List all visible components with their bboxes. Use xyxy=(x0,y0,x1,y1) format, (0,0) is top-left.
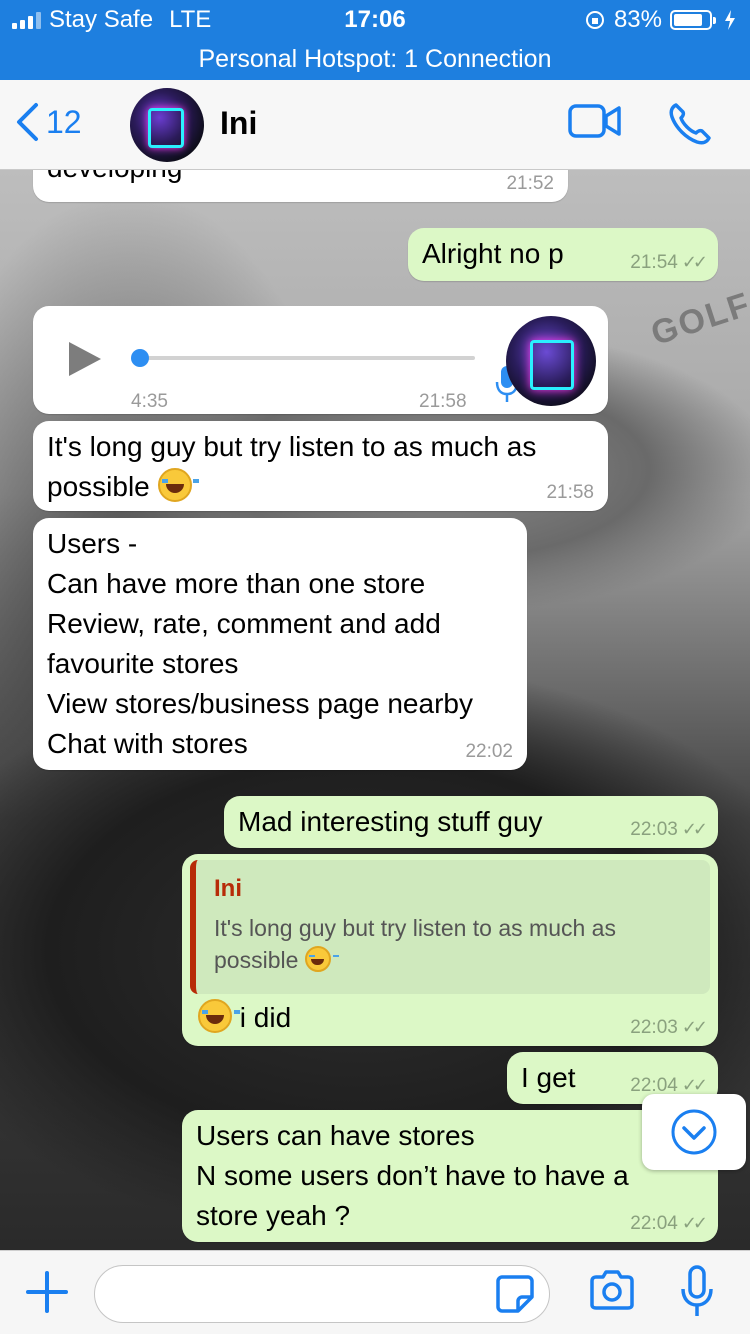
laughing-emoji-icon xyxy=(304,946,340,972)
chat-header: 12 Ini xyxy=(0,80,750,170)
voice-message[interactable]: 4:35 21:58 xyxy=(33,306,608,414)
message-input[interactable] xyxy=(94,1265,550,1323)
message-time: 21:52 xyxy=(506,173,554,194)
unread-count: 12 xyxy=(46,103,82,140)
message-time: 22:03 xyxy=(630,1017,678,1038)
camera-icon[interactable] xyxy=(588,1269,636,1311)
message-bubble[interactable]: Alright no p 21:54 ✓✓ xyxy=(408,228,718,281)
message-time: 22:03 xyxy=(630,819,678,840)
back-button[interactable]: 12 xyxy=(14,102,82,142)
chevron-down-circle-icon xyxy=(671,1109,717,1155)
message-line: N some users don’t have to have a xyxy=(196,1160,629,1191)
voice-duration: 4:35 xyxy=(131,391,168,412)
microphone-icon[interactable] xyxy=(680,1265,714,1319)
laughing-emoji-icon xyxy=(198,999,240,1033)
message-time: 21:54 xyxy=(630,252,678,273)
orientation-lock-icon xyxy=(585,11,604,29)
reply-message-bubble[interactable]: Ini It's long guy but try listen to as m… xyxy=(182,854,718,1046)
chat-area[interactable]: GOLF developing 21:52 Alright no p 21:54… xyxy=(0,170,750,1250)
message-bubble[interactable]: It's long guy but try listen to as much … xyxy=(33,421,608,511)
status-right: 83% xyxy=(584,6,736,34)
message-line: Can have more than one store xyxy=(47,568,426,599)
message-line: store yeah ? xyxy=(196,1200,351,1231)
wallpaper-text: GOLF xyxy=(646,285,750,353)
plus-icon[interactable] xyxy=(24,1269,70,1315)
message-text: It's long guy but try listen to as much … xyxy=(47,431,537,502)
read-receipt-icon: ✓✓ xyxy=(681,819,708,839)
composer-bar xyxy=(0,1250,750,1334)
chevron-left-icon xyxy=(17,103,38,141)
video-camera-icon[interactable] xyxy=(568,102,622,142)
message-text: developing xyxy=(47,170,182,188)
play-icon[interactable] xyxy=(69,342,101,376)
read-receipt-icon: ✓✓ xyxy=(681,1017,708,1037)
voice-progress-track[interactable] xyxy=(141,356,475,360)
scroll-to-bottom-button[interactable] xyxy=(642,1094,746,1170)
read-receipt-icon: ✓✓ xyxy=(681,1213,708,1233)
message-line: favourite stores xyxy=(47,648,239,679)
read-receipt-icon: ✓✓ xyxy=(681,252,708,272)
message-time: 21:58 xyxy=(546,482,594,503)
message-line: Users - xyxy=(47,528,138,559)
message-bubble[interactable]: Users can have stores N some users don’t… xyxy=(182,1110,718,1242)
message-line: View stores/business page nearby xyxy=(47,688,473,719)
read-receipt-icon: ✓✓ xyxy=(681,1075,708,1095)
message-text: i did xyxy=(198,998,291,1038)
message-line: Chat with stores xyxy=(47,728,248,759)
message-bubble[interactable]: Users - Can have more than one store Rev… xyxy=(33,518,527,770)
message-line: Users can have stores xyxy=(196,1120,475,1151)
laughing-emoji-icon xyxy=(157,468,200,502)
sender-avatar xyxy=(506,316,596,406)
message-time: 22:04 xyxy=(630,1213,678,1234)
quote-sender: Ini xyxy=(214,875,242,902)
message-time: 21:58 xyxy=(419,391,467,412)
contact-name[interactable]: Ini xyxy=(220,105,257,142)
sticker-icon[interactable] xyxy=(496,1275,534,1313)
quoted-message[interactable]: Ini It's long guy but try listen to as m… xyxy=(190,860,710,994)
message-line: Review, rate, comment and add xyxy=(47,608,441,639)
hotspot-banner[interactable]: Personal Hotspot: 1 Connection xyxy=(0,40,750,80)
message-time: 22:04 xyxy=(630,1075,678,1096)
phone-icon[interactable] xyxy=(668,102,712,146)
battery-percent: 83% xyxy=(613,6,662,33)
message-time: 22:02 xyxy=(465,741,513,762)
message-bubble[interactable]: developing 21:52 xyxy=(33,170,568,202)
status-bar: Stay Safe LTE 17:06 83% xyxy=(0,0,750,40)
message-bubble[interactable]: Mad interesting stuff guy 22:03 ✓✓ xyxy=(224,796,718,848)
voice-progress-knob[interactable] xyxy=(131,349,149,367)
charging-icon xyxy=(725,10,735,30)
contact-avatar[interactable] xyxy=(130,88,204,162)
battery-icon xyxy=(670,10,716,30)
quote-text: It's long guy but try listen to as much … xyxy=(214,915,616,973)
